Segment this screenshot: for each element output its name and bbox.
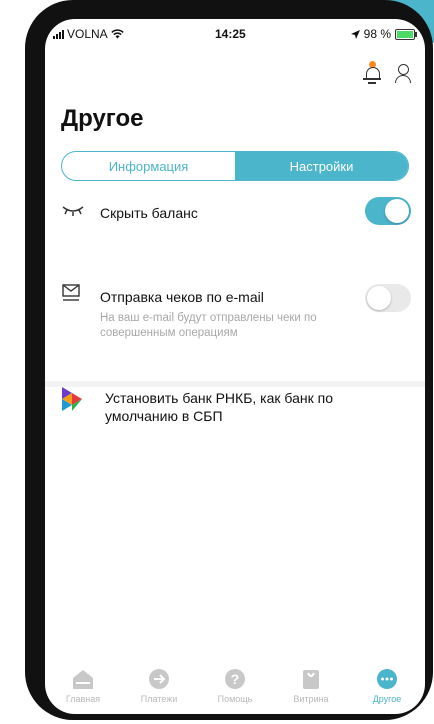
nav-home-label: Главная [65,694,101,704]
email-receipts-description: На ваш e-mail будут отправлены чеки по с… [100,312,317,339]
email-receipts-toggle[interactable] [365,284,411,312]
sbp-logo-icon [62,387,82,411]
status-bar: VOLNA 14:25 98 % [45,19,425,49]
battery-icon [395,28,417,40]
bag-icon [303,670,319,689]
email-receipts-label: Отправка чеков по e-mail [100,289,264,305]
page-title: Другое [61,105,144,132]
status-left: VOLNA [53,27,124,41]
tab-settings[interactable]: Настройки [235,152,408,180]
profile-icon[interactable] [395,61,411,83]
segmented-control: Информация Настройки [61,151,409,181]
nav-payments-label: Платежи [140,694,178,704]
question-icon: ? [225,669,245,689]
bottom-navigation: Главная Платежи ? Помощь Витрина Другое [45,664,425,714]
signal-icon [53,29,64,39]
arrow-right-icon [149,669,169,689]
nav-other[interactable]: Другое [349,664,425,714]
header-actions [363,61,411,84]
home-icon [73,670,93,689]
clock: 14:25 [215,27,246,41]
setting-hide-balance: Скрыть баланс [45,197,425,237]
nav-showcase[interactable]: Витрина [273,664,349,714]
nav-help[interactable]: ? Помощь [197,664,273,714]
nav-showcase-label: Витрина [293,694,329,704]
battery-label: 98 % [363,27,391,41]
nav-home[interactable]: Главная [45,664,121,714]
setting-email-receipts: Отправка чеков по e-mail На ваш e-mail б… [45,284,425,354]
svg-text:?: ? [231,671,240,687]
carrier-label: VOLNA [67,27,108,41]
status-right: 98 % [350,27,417,41]
nav-help-label: Помощь [217,694,253,704]
more-icon [377,669,397,689]
nav-other-label: Другое [372,694,402,704]
setting-default-bank-sbp[interactable]: Установить банк РНКБ, как банк по умолча… [45,387,425,437]
default-bank-label: Установить банк РНКБ, как банк по умолча… [105,390,333,424]
app-screen: VOLNA 14:25 98 % Другое Информация Настр… [45,19,425,714]
hide-balance-label: Скрыть баланс [100,205,198,221]
hide-balance-toggle[interactable] [365,197,411,225]
notifications-bell-icon[interactable] [363,61,381,84]
tab-information[interactable]: Информация [62,152,235,180]
mail-send-icon [62,284,80,301]
nav-payments[interactable]: Платежи [121,664,197,714]
wifi-icon [110,29,124,39]
location-arrow-icon [350,29,360,39]
closed-eye-icon [62,206,84,216]
